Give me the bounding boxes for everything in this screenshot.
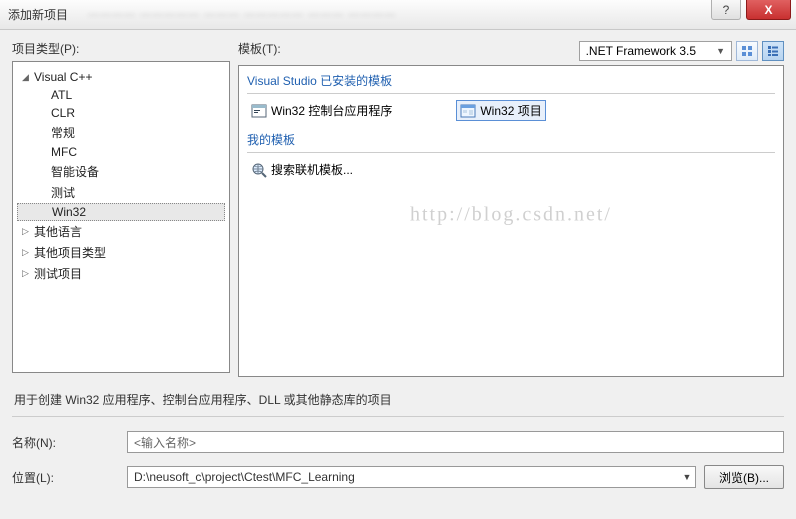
framework-value: .NET Framework 3.5 [586, 44, 696, 58]
help-button[interactable]: ? [711, 0, 741, 20]
location-row: 位置(L): D:\neusoft_c\project\Ctest\MFC_Le… [12, 465, 784, 489]
name-label: 名称(N): [12, 434, 117, 451]
project-types-column: 项目类型(P): ◢ Visual C++ ATL CLR 常规 MFC 智能设… [12, 40, 230, 377]
my-templates-label: 我的模板 [247, 131, 775, 148]
chevron-down-icon: ▼ [716, 46, 725, 56]
tree-expand-icon[interactable]: ▷ [21, 227, 30, 236]
location-label: 位置(L): [12, 469, 117, 486]
tree-item-test-projects[interactable]: ▷ 测试项目 [17, 263, 225, 284]
project-types-label: 项目类型(P): [12, 40, 230, 57]
templates-column: 模板(T): .NET Framework 3.5 ▼ Visual Studi… [238, 40, 784, 377]
templates-header: 模板(T): .NET Framework 3.5 ▼ [238, 40, 784, 61]
template-search-online[interactable]: 搜索联机模板... [247, 159, 775, 180]
description-bar: 用于创建 Win32 应用程序、控制台应用程序、DLL 或其他静态库的项目 [12, 383, 784, 417]
titlebar: 添加新项目 ———— ————— ——— ————— ——— ———— ? X [0, 0, 796, 30]
template-win32-project[interactable]: Win32 项目 [456, 100, 545, 121]
template-label: Win32 控制台应用程序 [271, 102, 392, 119]
console-app-icon [251, 103, 267, 119]
browse-button[interactable]: 浏览(B)... [704, 465, 784, 489]
templates-panel[interactable]: Visual Studio 已安装的模板 Win32 控制台应用程序 Win32… [238, 65, 784, 377]
framework-dropdown[interactable]: .NET Framework 3.5 ▼ [579, 41, 732, 61]
tree-item-win32[interactable]: Win32 [17, 203, 225, 221]
tree-expand-icon[interactable]: ▷ [21, 269, 30, 278]
template-row: Win32 控制台应用程序 Win32 项目 [247, 100, 775, 121]
divider [247, 152, 775, 153]
tree-item-visual-cpp[interactable]: ◢ Visual C++ [17, 68, 225, 86]
tree-item-clr[interactable]: CLR [17, 104, 225, 122]
form-area: 名称(N): 位置(L): D:\neusoft_c\project\Ctest… [12, 431, 784, 501]
dialog-content: 项目类型(P): ◢ Visual C++ ATL CLR 常规 MFC 智能设… [0, 30, 796, 519]
name-row: 名称(N): [12, 431, 784, 453]
location-combobox[interactable]: D:\neusoft_c\project\Ctest\MFC_Learning … [127, 466, 696, 488]
installed-templates-label: Visual Studio 已安装的模板 [247, 72, 775, 89]
watermark-text: http://blog.csdn.net/ [410, 203, 612, 226]
framework-controls: .NET Framework 3.5 ▼ [579, 41, 784, 61]
name-input[interactable] [127, 431, 784, 453]
tree-expand-icon[interactable]: ▷ [21, 248, 30, 257]
tree-item-mfc[interactable]: MFC [17, 143, 225, 161]
tree-item-other-languages[interactable]: ▷ 其他语言 [17, 221, 225, 242]
project-types-tree[interactable]: ◢ Visual C++ ATL CLR 常规 MFC 智能设备 测试 Win3… [12, 61, 230, 373]
win32-project-icon [460, 103, 476, 119]
close-button[interactable]: X [746, 0, 791, 20]
tree-item-general[interactable]: 常规 [17, 122, 225, 143]
divider [247, 93, 775, 94]
tree-item-other-project-types[interactable]: ▷ 其他项目类型 [17, 242, 225, 263]
window-title: 添加新项目 [8, 6, 68, 23]
tree-item-smart-device[interactable]: 智能设备 [17, 161, 225, 182]
titlebar-blur-text: ———— ————— ——— ————— ——— ———— [88, 9, 396, 21]
template-label: Win32 项目 [480, 102, 541, 119]
template-win32-console[interactable]: Win32 控制台应用程序 [247, 100, 396, 121]
tree-item-atl[interactable]: ATL [17, 86, 225, 104]
tree-collapse-icon[interactable]: ◢ [21, 73, 30, 82]
tree-label: Visual C++ [34, 70, 92, 84]
chevron-down-icon[interactable]: ▼ [679, 472, 695, 482]
templates-label: 模板(T): [238, 40, 281, 57]
location-value: D:\neusoft_c\project\Ctest\MFC_Learning [128, 468, 679, 486]
view-large-icons-button[interactable] [736, 41, 758, 61]
view-small-icons-button[interactable] [762, 41, 784, 61]
top-row: 项目类型(P): ◢ Visual C++ ATL CLR 常规 MFC 智能设… [12, 40, 784, 377]
tree-item-test[interactable]: 测试 [17, 182, 225, 203]
search-online-icon [251, 162, 267, 178]
template-label: 搜索联机模板... [271, 161, 353, 178]
